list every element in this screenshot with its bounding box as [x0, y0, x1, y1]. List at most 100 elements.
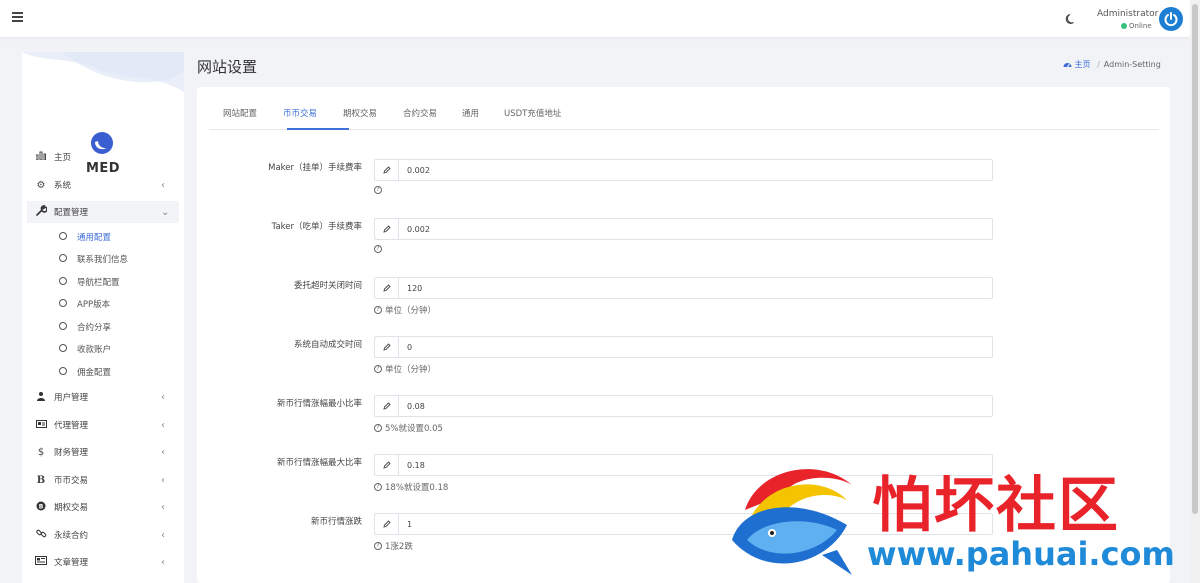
question-circle-icon: ?	[374, 245, 382, 253]
sidebar-subitem-label: 通用配置	[77, 233, 112, 243]
tab-contract-trading[interactable]: 合约交易	[403, 107, 437, 119]
sidebar-item-system[interactable]: ⚙ 系统 ‹	[22, 174, 184, 196]
watermark: 怕坏社区 www.pahuai.com	[727, 455, 1187, 583]
field-help: ? 单位（分钟）	[374, 304, 436, 316]
field-label: 新币行情涨幅最小比率	[276, 399, 362, 409]
field-label: 新币行情涨跌	[310, 517, 362, 527]
sidebar-subitem-general[interactable]: 通用配置	[22, 227, 184, 247]
sidebar-subitem-app-version[interactable]: APP版本	[22, 294, 184, 314]
chevron-left-icon: ‹	[161, 529, 165, 541]
order-timeout-input[interactable]: 120	[374, 277, 993, 299]
tab-spot-trading[interactable]: 币币交易	[283, 107, 317, 119]
field-help-text: 5%就设置0.05	[385, 424, 443, 434]
maker-fee-input[interactable]: 0.002	[374, 159, 993, 181]
sidebar-item-agents[interactable]: 代理管理 ‹	[22, 414, 184, 436]
circle-icon	[59, 299, 67, 307]
min-rise-rate-input[interactable]: 0.08	[374, 395, 993, 417]
breadcrumb-home[interactable]: 主页	[1063, 60, 1093, 69]
sidebar-subitem-label: 收款账户	[77, 345, 112, 355]
sidebar-item-users[interactable]: 用户管理 ‹	[22, 386, 184, 408]
field-help: ? 18%就设置0.18	[374, 481, 448, 493]
field-label: 系统自动成交时间	[293, 340, 362, 350]
chevron-left-icon: ‹	[161, 446, 165, 458]
tab-options-trading[interactable]: 期权交易	[343, 107, 377, 119]
sidebar-subitem-contact[interactable]: 联系我们信息	[22, 249, 184, 269]
taker-fee-input[interactable]: 0.002	[374, 218, 993, 240]
breadcrumb-separator: /	[1097, 60, 1100, 69]
auto-fill-time-input[interactable]: 0	[374, 336, 993, 358]
sidebar-item-label: 主页	[54, 153, 72, 163]
field-help: ? 1涨2跌	[374, 540, 413, 552]
user-status-label: Online	[1129, 22, 1152, 30]
watermark-url: www.pahuai.com	[867, 535, 1175, 573]
chevron-left-icon: ‹	[161, 474, 165, 486]
sidebar-subitem-commission[interactable]: 佣金配置	[22, 362, 184, 382]
chevron-left-icon: ‹	[161, 501, 165, 513]
dashboard-icon	[1063, 63, 1072, 68]
sidebar-header-graphic	[22, 52, 184, 92]
watermark-title: 怕坏社区	[872, 471, 1120, 541]
field-help-text: 1涨2跌	[385, 542, 413, 552]
field-help: ? 单位（分钟）	[374, 363, 436, 375]
sidebar-item-label: 财务管理	[54, 448, 89, 458]
sidebar-item-spot-trading[interactable]: B 币币交易 ‹	[22, 469, 184, 491]
question-circle-icon: ?	[374, 365, 382, 373]
sidebar-item-articles[interactable]: 文章管理 ‹	[22, 551, 184, 573]
sidebar-item-label: 文章管理	[54, 558, 89, 568]
sidebar-item-label: 永续合约	[54, 531, 89, 541]
user-status: Online	[1121, 22, 1152, 30]
sidebar-item-label: 代理管理	[54, 421, 89, 431]
bar-chart-icon	[35, 151, 47, 163]
tab-usdt-address[interactable]: USDT充值地址	[504, 107, 561, 119]
tab-site-config[interactable]: 网站配置	[223, 107, 257, 119]
breadcrumb: 主页 / Admin-Setting	[1063, 59, 1161, 70]
circle-icon	[59, 367, 67, 375]
sidebar-item-label: 配置管理	[54, 208, 89, 218]
sidebar-subitem-navbar[interactable]: 导航栏配置	[22, 272, 184, 292]
chevron-left-icon: ‹	[161, 391, 165, 403]
field-label: Maker（挂单）手续费率	[268, 163, 362, 173]
field-value: 0.002	[407, 225, 430, 234]
fish-logo-icon	[732, 469, 852, 575]
moon-icon[interactable]	[1065, 13, 1077, 25]
bitcoin-icon: B	[36, 474, 46, 486]
field-label: Taker（吃单）手续费率	[271, 222, 362, 232]
sidebar-item-finance[interactable]: $ 财务管理 ‹	[22, 441, 184, 463]
question-circle-icon: ?	[374, 186, 382, 194]
sidebar-subitem-contract-share[interactable]: 合约分享	[22, 317, 184, 337]
sidebar-item-label: 期权交易	[54, 503, 89, 513]
field-value: 0.18	[407, 461, 425, 470]
sidebar-item-config[interactable]: 配置管理 ⌄	[27, 201, 179, 223]
field-value: 1	[407, 520, 413, 529]
users-icon	[35, 391, 47, 404]
sidebar-subitem-label: 联系我们信息	[77, 255, 129, 265]
sidebar-item-home[interactable]: 主页	[22, 146, 184, 168]
sidebar-item-options-trading[interactable]: B 期权交易 ‹	[22, 496, 184, 518]
field-help: ?	[374, 186, 385, 194]
scrollbar[interactable]	[1190, 0, 1200, 583]
tab-bar: 网站配置 币币交易 期权交易 合约交易 通用 USDT充值地址	[209, 99, 1159, 130]
question-circle-icon: ?	[374, 306, 382, 314]
menu-toggle-icon[interactable]	[12, 12, 23, 23]
gear-icon: ⚙	[36, 179, 46, 191]
avatar[interactable]	[1159, 7, 1183, 31]
sidebar-subitem-payment-account[interactable]: 收款账户	[22, 339, 184, 359]
chevron-down-icon: ⌄	[161, 206, 170, 218]
pencil-icon	[375, 337, 399, 357]
tab-general[interactable]: 通用	[462, 107, 479, 119]
id-card-icon	[35, 419, 47, 431]
sidebar-item-perpetual[interactable]: 永续合约 ‹	[22, 524, 184, 546]
sidebar-subitem-label: 合约分享	[77, 323, 112, 333]
scrollbar-thumb[interactable]	[1192, 4, 1198, 514]
circle-icon	[59, 322, 67, 330]
field-value: 0.002	[407, 166, 430, 175]
breadcrumb-current: Admin-Setting	[1103, 60, 1161, 69]
field-help: ?	[374, 245, 385, 253]
breadcrumb-home-label: 主页	[1074, 60, 1091, 69]
circle-icon	[59, 277, 67, 285]
top-bar: Administrator Online	[0, 0, 1190, 37]
chevron-left-icon: ‹	[161, 419, 165, 431]
sidebar-item-label: 用户管理	[54, 393, 89, 403]
circle-icon	[59, 344, 67, 352]
user-name[interactable]: Administrator	[1097, 9, 1158, 19]
